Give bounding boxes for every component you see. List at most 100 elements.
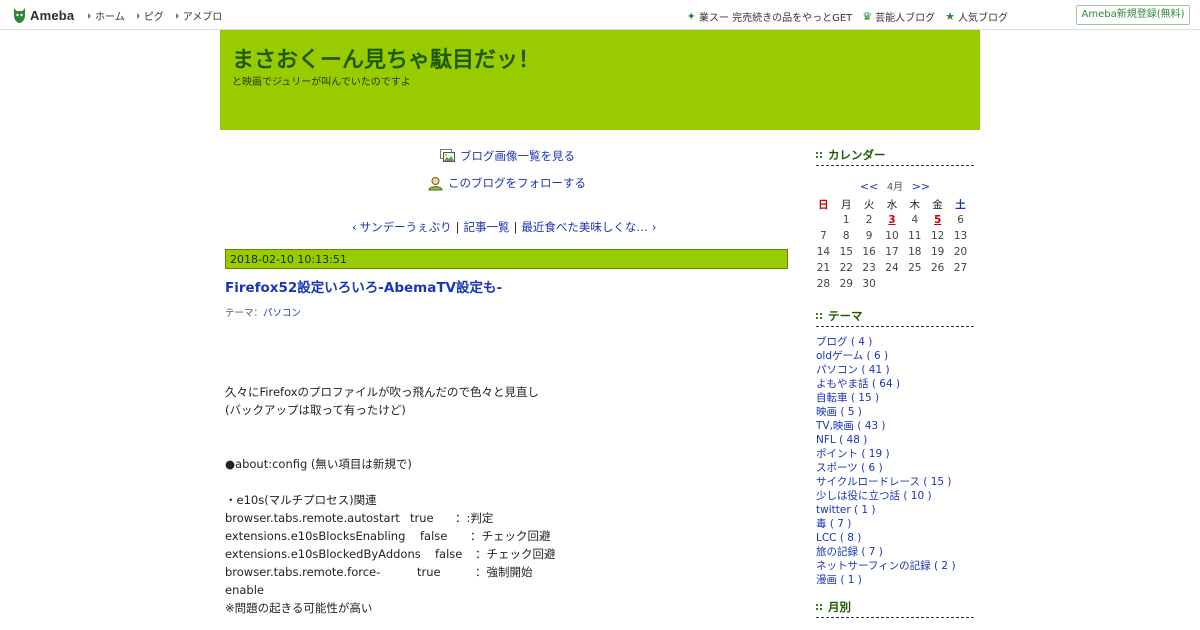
calendar-day: 19 [930,246,945,258]
calendar-day: 17 [885,246,899,258]
theme-link[interactable]: ポイント ( 19 ) [816,448,890,460]
calendar-day-link[interactable]: 3 [888,214,895,226]
setting-row: browser.tabs.remote.force-enable true ：強… [225,563,556,597]
pager-separator: | [455,220,460,234]
calendar-day: 3 [881,212,904,228]
weekday-fri: 金 [932,198,943,211]
calendar-day: 5 [926,212,949,228]
register-button[interactable]: Ameba新規登録(無料) [1076,5,1190,25]
entry-line: (バックアップは取って有ったけど) [225,403,406,417]
theme-link[interactable]: 旅の記録 ( 7 ) [816,546,883,558]
theme-link[interactable]: 自転車 ( 15 ) [816,392,879,404]
setting-key: extensions.e10sBlocksEnabling [225,529,406,543]
theme-link[interactable]: ネットサーフィンの記録 ( 2 ) [816,560,956,572]
theme-link[interactable]: 毒 ( 7 ) [816,518,851,530]
entry-line [225,581,556,599]
calendar-week: 21 22 23 24 25 26 27 [812,260,972,276]
setting-value: true [417,565,441,579]
theme-link[interactable]: 映画 ( 5 ) [816,406,862,418]
caret-right-icon [88,12,91,19]
calendar-day [903,276,926,292]
follow-user-icon [428,176,443,190]
follow-blog-link[interactable]: このブログをフォローする [428,175,586,191]
entry-list-link[interactable]: 記事一覧 [463,219,509,235]
entry-line [225,473,556,491]
bullet-grid-icon [816,604,822,610]
theme-link[interactable]: 漫画 ( 1 ) [816,574,862,586]
topbar-link-news[interactable]: ✦ 業スー 完売続きの品をやっとGET [687,9,853,25]
calendar-day: 9 [865,230,873,242]
calendar-day: 20 [953,246,968,258]
calendar-day: 21 [816,262,831,274]
blog-images-link[interactable]: ブログ画像一覧を見る [440,148,575,164]
theme-link[interactable]: よもやま話 ( 64 ) [816,378,900,390]
setting-row: browser.tabs.remote.autostart true ：:判定 [225,509,556,527]
entry-title[interactable]: Firefox52設定いろいろ-AbemaTV設定も- [225,276,502,296]
entry-line [225,419,556,437]
theme-item: サイクルロードレース ( 15 ) [816,475,974,489]
theme-item: oldゲーム ( 6 ) [816,349,974,363]
calendar-day [949,276,972,292]
entry-line [225,437,556,455]
theme-item: ポイント ( 19 ) [816,447,974,461]
theme-link[interactable]: oldゲーム ( 6 ) [816,350,888,362]
setting-note: ：:判定 [455,511,494,525]
theme-link[interactable]: サイクルロードレース ( 15 ) [816,476,952,488]
theme-link[interactable]: TV,映画 ( 43 ) [816,420,886,432]
nav-home[interactable]: ホーム [88,8,125,23]
theme-link[interactable]: LCC ( 8 ) [816,532,861,544]
calendar-prev-link[interactable]: << [860,180,878,193]
theme-link[interactable]: スポーツ ( 6 ) [816,462,883,474]
theme-item: よもやま話 ( 64 ) [816,377,974,391]
follow-blog-link-text[interactable]: このブログをフォローする [448,175,586,191]
entry-theme-link[interactable]: パソコン [263,308,301,319]
sidebar: カレンダー << 4月 >> 日 月 火 水 木 金 土 1 2 3 4 5 6 7 8 9 10… [816,145,974,618]
calendar-day: 28 [816,278,831,290]
ameba-logo[interactable]: Ameba [12,6,74,24]
theme-link[interactable]: パソコン ( 41 ) [816,364,890,376]
calendar-week: 7 8 9 10 11 12 13 [812,228,972,244]
nav-ameblo[interactable]: アメブロ [175,8,222,23]
theme-item: 漫画 ( 1 ) [816,573,974,587]
caret-right-icon [136,12,140,19]
calendar-next-link[interactable]: >> [912,180,930,193]
calendar-week: 28 29 30 [812,276,972,292]
bullet-grid-icon [816,313,822,319]
nav-pigg[interactable]: ピグ [136,8,164,23]
setting-note: ：チェック回避 [470,529,551,543]
topbar-nav: ホーム ピグ アメブロ [88,8,234,23]
blog-images-link-text[interactable]: ブログ画像一覧を見る [460,148,575,164]
calendar-day-link[interactable]: 5 [934,214,941,226]
calendar-day: 13 [953,230,968,242]
entry-line: ・e10s(マルチプロセス)関連 [225,493,377,507]
calendar-month: 4月 [886,182,904,193]
theme-item: ブログ ( 4 ) [816,335,974,349]
theme-link[interactable]: twitter ( 1 ) [816,504,876,516]
blog-title[interactable]: まさおくーん見ちゃ駄目だッ！ [232,42,540,74]
theme-item: 自転車 ( 15 ) [816,391,974,405]
ameba-mascot-icon [14,7,25,23]
theme-link[interactable]: NFL ( 48 ) [816,434,867,446]
theme-item: 毒 ( 7 ) [816,517,974,531]
next-entry-link[interactable]: 最近食べた美味しくな… [521,219,648,235]
ameba-topbar: Ameba ホーム ピグ アメブロ ✦ 業スー 完売続きの品をやっとGET ♛ 芸能… [0,0,1200,30]
calendar-day: 8 [842,230,850,242]
theme-list: ブログ ( 4 ) oldゲーム ( 6 ) パソコン ( 41 ) よもやま話 ( … [816,335,974,587]
calendar-week: 14 15 16 17 18 19 20 [812,244,972,260]
calendar-day: 15 [839,246,853,258]
setting-row: extensions.e10sBlockedByAddons false ：チェ… [225,545,556,563]
monthly-heading: 月別 [816,597,974,618]
theme-link[interactable]: ブログ ( 4 ) [816,336,872,348]
calendar-day: 29 [839,278,853,290]
theme-item: 少しは役に立つ話 ( 10 ) [816,489,974,503]
theme-item: ネットサーフィンの記録 ( 2 ) [816,559,974,573]
topbar-link-popular-blog[interactable]: ★ 人気ブログ [945,9,1008,25]
theme-item: NFL ( 48 ) [816,433,974,447]
topbar-link-celebrity-blog[interactable]: ♛ 芸能人ブログ [862,9,935,25]
theme-item: パソコン ( 41 ) [816,363,974,377]
calendar-day: 12 [930,230,945,242]
prev-entry-link[interactable]: サンデーうぇぶり [360,219,452,235]
calendar-table: 日 月 火 水 木 金 土 1 2 3 4 5 6 7 8 9 10 11 12 13 14 15 16 17 1… [812,196,972,292]
calendar-heading: カレンダー [816,145,974,166]
theme-link[interactable]: 少しは役に立つ話 ( 10 ) [816,490,932,502]
